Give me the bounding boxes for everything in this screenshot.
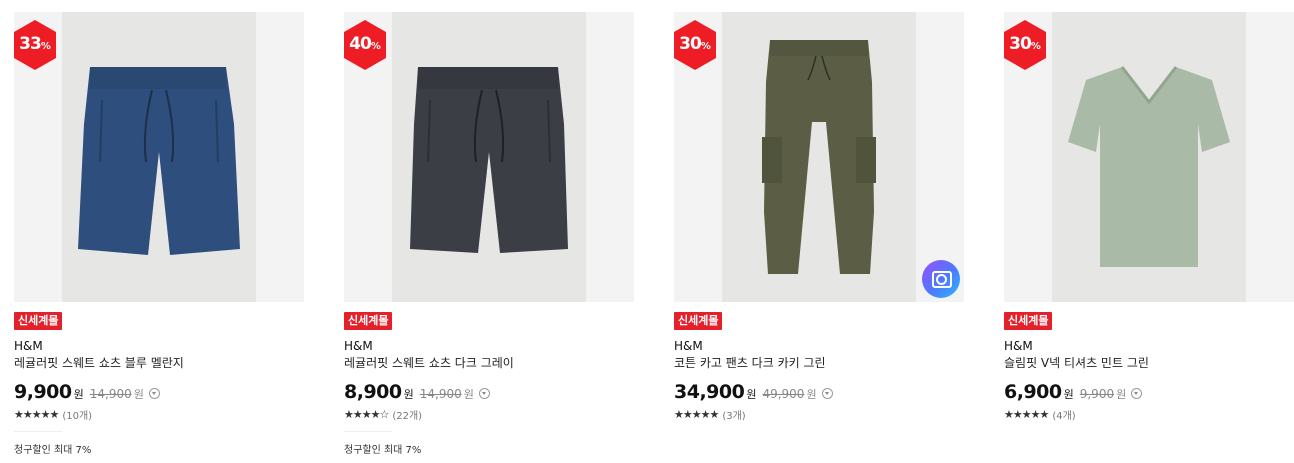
original-price: 14,900	[419, 387, 462, 401]
brand-name: H&M	[344, 339, 373, 353]
price-info-icon[interactable]	[478, 388, 490, 399]
review-count: (4개)	[1052, 410, 1076, 422]
star-rating: ★★★★☆	[344, 407, 389, 421]
card-discount-info: 청구할인 최대 7%	[14, 431, 91, 456]
mall-tag: 신세계몰	[14, 312, 63, 330]
product-card[interactable]: 30% 신세계몰 H&M 슬림핏 V넥 티셔츠 민트 그린 6,900 원 9,…	[1004, 0, 1294, 422]
tshirt-image	[1068, 66, 1230, 267]
product-card[interactable]: 33% 신세계몰 H&M 레귤러핏 스웨트 쇼츠 블루 멜란지 9,900 원 …	[14, 0, 306, 456]
sale-price: 8,900	[344, 381, 402, 403]
currency-label: 원	[73, 388, 84, 401]
original-currency-label: 원	[1116, 388, 1127, 401]
discount-badge: 30%	[674, 20, 716, 70]
pants-image	[762, 40, 876, 274]
currency-label: 원	[1063, 388, 1074, 401]
product-image-link[interactable]: 30%	[1004, 12, 1294, 302]
mall-tag: 신세계몰	[674, 312, 723, 330]
product-photo	[1052, 12, 1246, 302]
product-card[interactable]: 40% 신세계몰 H&M 레귤러핏 스웨트 쇼츠 다크 그레이 8,900 원 …	[344, 0, 636, 456]
product-photo	[722, 12, 916, 302]
original-price: 9,900	[1079, 387, 1115, 401]
rating-row: ★★★★★ (10개)	[14, 407, 306, 422]
product-grid: 33% 신세계몰 H&M 레귤러핏 스웨트 쇼츠 블루 멜란지 9,900 원 …	[0, 0, 1294, 463]
star-rating: ★★★★★	[14, 407, 59, 421]
price-info-icon[interactable]	[148, 388, 160, 399]
currency-label: 원	[403, 388, 414, 401]
rating-row: ★★★★★ (3개)	[674, 407, 966, 422]
price-info-icon[interactable]	[1131, 388, 1143, 399]
product-title[interactable]: 레귤러핏 스웨트 쇼츠 블루 멜란지	[14, 356, 306, 371]
original-price: 14,900	[89, 387, 132, 401]
brand-name: H&M	[1004, 339, 1033, 353]
price-info-icon[interactable]	[821, 388, 833, 399]
brand-name: H&M	[14, 339, 43, 353]
review-count: (22개)	[392, 410, 423, 422]
product-image-link[interactable]: 30%	[674, 12, 964, 302]
shorts-image	[410, 67, 568, 253]
product-image-link[interactable]: 33%	[14, 12, 304, 302]
price-row: 34,900 원 49,900 원	[674, 381, 966, 403]
brand-name: H&M	[674, 339, 703, 353]
star-rating: ★★★★★	[1004, 407, 1049, 421]
rating-row: ★★★★★ (4개)	[1004, 407, 1294, 422]
original-price: 49,900	[762, 387, 805, 401]
original-currency-label: 원	[133, 388, 144, 401]
product-card[interactable]: 30% 신세계몰 H&M 코튼 카고 팬츠 다크 카키 그린 34,900 원 …	[674, 0, 966, 422]
mall-tag: 신세계몰	[1004, 312, 1053, 330]
star-rating: ★★★★★	[674, 407, 719, 421]
rating-row: ★★★★☆ (22개)	[344, 407, 636, 422]
product-title[interactable]: 슬림핏 V넥 티셔츠 민트 그린	[1004, 356, 1294, 371]
price-row: 9,900 원 14,900 원	[14, 381, 306, 403]
price-row: 6,900 원 9,900 원	[1004, 381, 1294, 403]
card-discount-info: 청구할인 최대 7%	[344, 431, 421, 456]
original-currency-label: 원	[463, 388, 474, 401]
shorts-image	[78, 67, 240, 255]
review-count: (10개)	[62, 410, 93, 422]
price-row: 8,900 원 14,900 원	[344, 381, 636, 403]
mall-tag: 신세계몰	[344, 312, 393, 330]
original-currency-label: 원	[806, 388, 817, 401]
sale-price: 34,900	[674, 381, 745, 403]
discount-badge: 33%	[14, 20, 56, 70]
sale-price: 9,900	[14, 381, 72, 403]
discount-badge: 30%	[1004, 20, 1046, 70]
photo-review-icon[interactable]	[922, 260, 960, 298]
review-count: (3개)	[722, 410, 746, 422]
product-image-link[interactable]: 40%	[344, 12, 634, 302]
product-title[interactable]: 코튼 카고 팬츠 다크 카키 그린	[674, 356, 966, 371]
product-photo	[392, 12, 586, 302]
discount-badge: 40%	[344, 20, 386, 70]
currency-label: 원	[746, 388, 757, 401]
product-photo	[62, 12, 256, 302]
product-title[interactable]: 레귤러핏 스웨트 쇼츠 다크 그레이	[344, 356, 636, 371]
sale-price: 6,900	[1004, 381, 1062, 403]
